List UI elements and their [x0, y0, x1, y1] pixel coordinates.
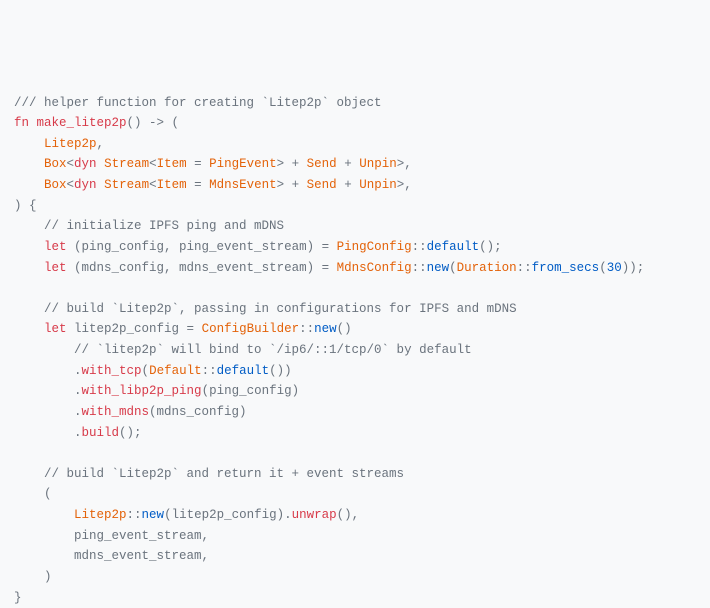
- t: ): [14, 570, 52, 584]
- type: Litep2p: [74, 508, 127, 522]
- kw-fn: fn: [14, 116, 29, 130]
- t: .: [74, 426, 82, 440]
- method: default: [217, 364, 270, 378]
- t: ();: [119, 426, 142, 440]
- t: <: [67, 157, 75, 171]
- method: unwrap: [292, 508, 337, 522]
- t: > +: [277, 157, 307, 171]
- comment: // build `Litep2p`, passing in configura…: [14, 302, 517, 316]
- t: [97, 157, 105, 171]
- method: default: [427, 240, 480, 254]
- t: >,: [397, 157, 412, 171]
- type: PingEvent: [209, 157, 277, 171]
- comment: // `litep2p` will bind to `/ip6/::1/tcp/…: [14, 343, 472, 357]
- t: <: [149, 178, 157, 192]
- t: ping_event_stream,: [14, 529, 209, 543]
- t: mdns_event_stream,: [14, 549, 209, 563]
- t: (: [449, 261, 457, 275]
- type: Duration: [457, 261, 517, 275]
- t: ::: [412, 261, 427, 275]
- t: .: [74, 405, 82, 419]
- type: Unpin: [359, 157, 397, 171]
- type: Stream: [104, 178, 149, 192]
- t: ) {: [14, 199, 37, 213]
- comment: // build `Litep2p` and return it + event…: [14, 467, 404, 481]
- t: [97, 178, 105, 192]
- t: (mdns_config): [149, 405, 247, 419]
- t: ::: [202, 364, 217, 378]
- t: (litep2p_config).: [164, 508, 292, 522]
- t: .: [74, 384, 82, 398]
- type: Item: [157, 178, 187, 192]
- t: (): [337, 322, 352, 336]
- t: ::: [517, 261, 532, 275]
- type: PingConfig: [337, 240, 412, 254]
- method: new: [142, 508, 165, 522]
- fn-name: make_litep2p: [37, 116, 127, 130]
- t: +: [337, 157, 360, 171]
- type: Item: [157, 157, 187, 171]
- t: ::: [127, 508, 142, 522]
- t: +: [337, 178, 360, 192]
- t: ));: [622, 261, 645, 275]
- method: with_libp2p_ping: [82, 384, 202, 398]
- t: > +: [277, 178, 307, 192]
- comment: /// helper function for creating `Litep2…: [14, 96, 382, 110]
- t: litep2p_config =: [67, 322, 202, 336]
- method: from_secs: [532, 261, 600, 275]
- code-block: /// helper function for creating `Litep2…: [14, 96, 644, 605]
- type: Box: [44, 157, 67, 171]
- t: ,: [97, 137, 105, 151]
- comment: // initialize IPFS ping and mDNS: [14, 219, 284, 233]
- method: build: [82, 426, 120, 440]
- method: new: [427, 261, 450, 275]
- t: =: [187, 157, 210, 171]
- type: ConfigBuilder: [202, 322, 300, 336]
- t: () -> (: [127, 116, 180, 130]
- kw-let: let: [44, 240, 67, 254]
- number: 30: [607, 261, 622, 275]
- type: Box: [44, 178, 67, 192]
- kw-let: let: [44, 261, 67, 275]
- kw-let: let: [44, 322, 67, 336]
- kw: dyn: [74, 178, 97, 192]
- t: (: [599, 261, 607, 275]
- t: (),: [337, 508, 360, 522]
- t: (: [142, 364, 150, 378]
- t: }: [14, 591, 22, 605]
- method: with_tcp: [82, 364, 142, 378]
- t: <: [149, 157, 157, 171]
- type: Litep2p: [44, 137, 97, 151]
- type: MdnsEvent: [209, 178, 277, 192]
- t: >,: [397, 178, 412, 192]
- t: ();: [479, 240, 502, 254]
- t: <: [67, 178, 75, 192]
- t: (ping_config, ping_event_stream) =: [67, 240, 337, 254]
- method: new: [314, 322, 337, 336]
- t: ::: [412, 240, 427, 254]
- type: Default: [149, 364, 202, 378]
- type: Send: [307, 178, 337, 192]
- type: Send: [307, 157, 337, 171]
- t: (ping_config): [202, 384, 300, 398]
- type: Stream: [104, 157, 149, 171]
- t: ()): [269, 364, 292, 378]
- t: (mdns_config, mdns_event_stream) =: [67, 261, 337, 275]
- t: ::: [299, 322, 314, 336]
- t: .: [74, 364, 82, 378]
- type: Unpin: [359, 178, 397, 192]
- type: MdnsConfig: [337, 261, 412, 275]
- kw: dyn: [74, 157, 97, 171]
- t: (: [14, 487, 52, 501]
- t: =: [187, 178, 210, 192]
- method: with_mdns: [82, 405, 150, 419]
